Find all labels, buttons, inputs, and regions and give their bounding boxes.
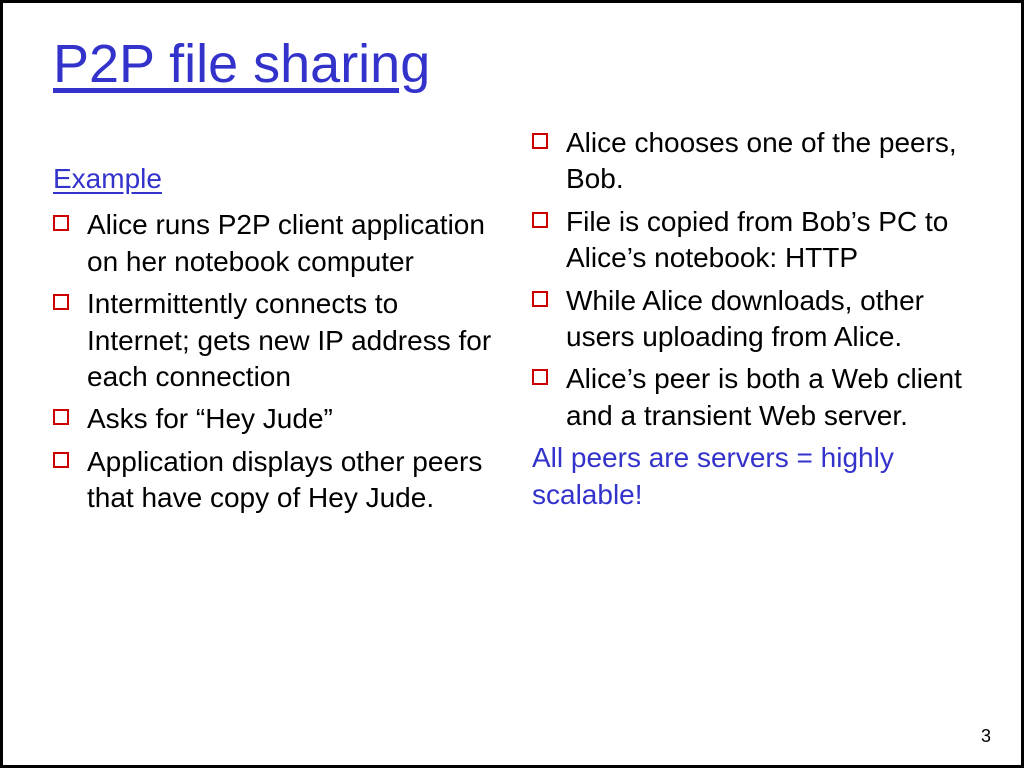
right-column: Alice chooses one of the peers, Bob. Fil… [532,125,971,523]
list-item: Intermittently connects to Internet; get… [53,286,492,395]
square-bullet-icon [532,133,548,149]
list-item-text: Alice’s peer is both a Web client and a … [566,363,962,430]
square-bullet-icon [532,291,548,307]
list-item-text: File is copied from Bob’s PC to Alice’s … [566,206,948,273]
left-list: Alice runs P2P client application on her… [53,207,492,516]
right-list: Alice chooses one of the peers, Bob. Fil… [532,125,971,434]
left-column: Example Alice runs P2P client applicatio… [53,125,492,523]
conclusion-text: All peers are servers = highly scalable! [532,440,971,513]
square-bullet-icon [532,212,548,228]
slide: P2P file sharing Example Alice runs P2P … [0,0,1024,768]
list-item-text: While Alice downloads, other users uploa… [566,285,924,352]
list-item: File is copied from Bob’s PC to Alice’s … [532,204,971,277]
slide-title: P2P file sharing [53,33,971,95]
content-columns: Example Alice runs P2P client applicatio… [53,125,971,523]
square-bullet-icon [532,369,548,385]
list-item: Alice’s peer is both a Web client and a … [532,361,971,434]
example-heading: Example [53,161,492,197]
list-item-text: Alice runs P2P client application on her… [87,209,485,276]
list-item-text: Intermittently connects to Internet; get… [87,288,491,392]
page-number: 3 [981,726,991,747]
square-bullet-icon [53,215,69,231]
list-item: Alice chooses one of the peers, Bob. [532,125,971,198]
list-item-text: Application displays other peers that ha… [87,446,482,513]
list-item: Asks for “Hey Jude” [53,401,492,437]
square-bullet-icon [53,409,69,425]
list-item-text: Alice chooses one of the peers, Bob. [566,127,957,194]
square-bullet-icon [53,452,69,468]
list-item-text: Asks for “Hey Jude” [87,403,333,434]
list-item: While Alice downloads, other users uploa… [532,283,971,356]
list-item: Application displays other peers that ha… [53,444,492,517]
square-bullet-icon [53,294,69,310]
list-item: Alice runs P2P client application on her… [53,207,492,280]
